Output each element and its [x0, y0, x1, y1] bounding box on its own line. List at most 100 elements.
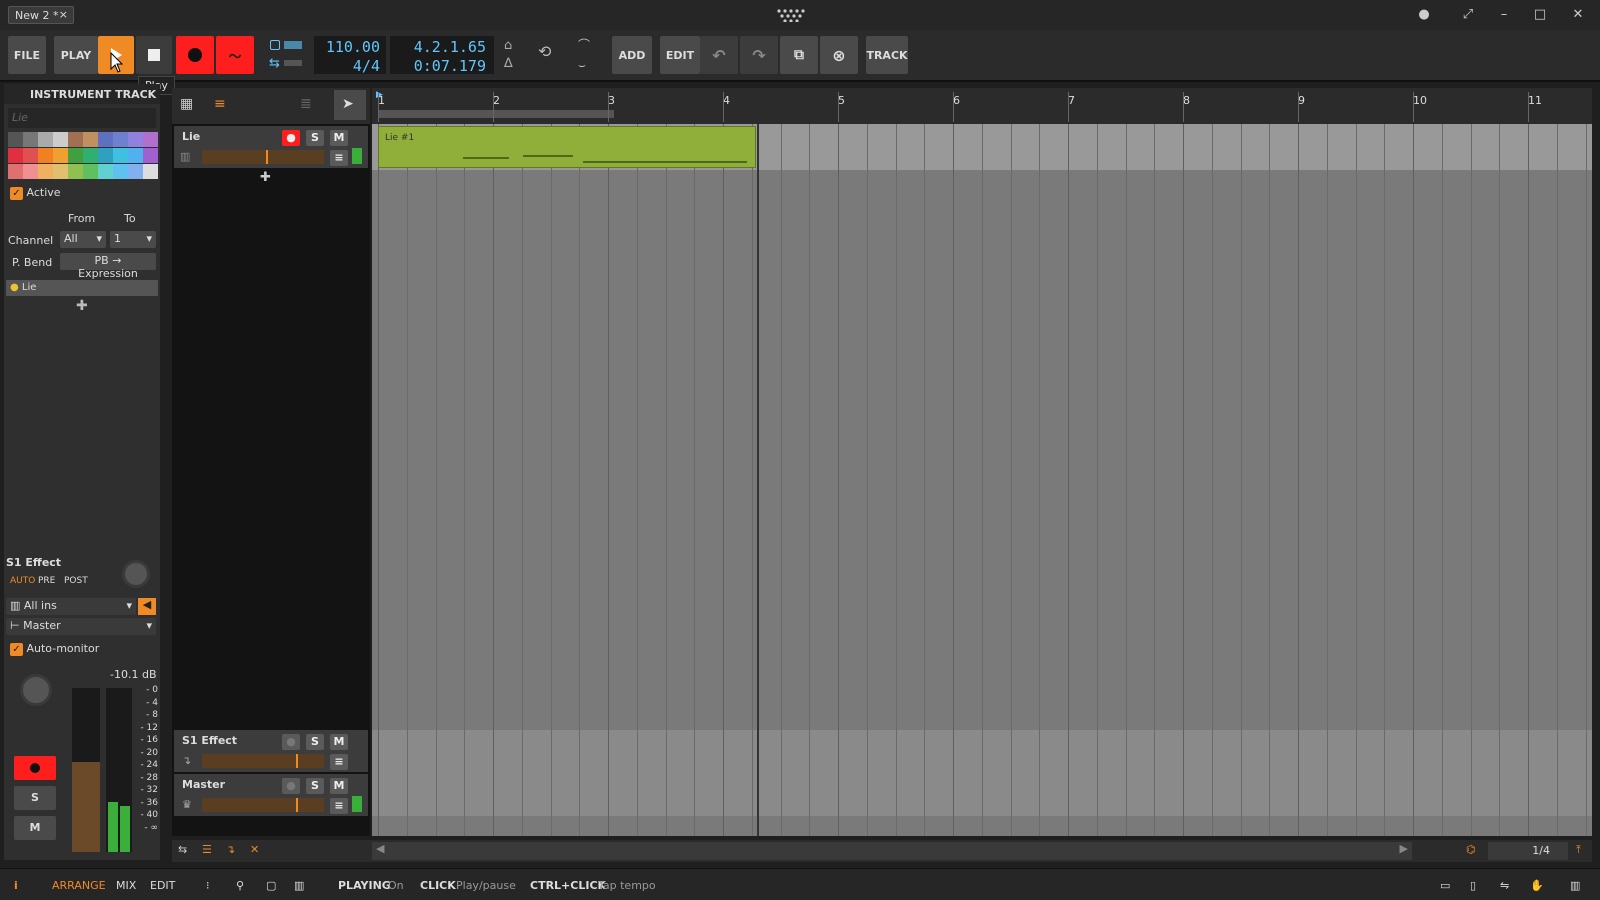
color-swatch[interactable] — [128, 164, 143, 179]
add-button[interactable]: ADD — [612, 36, 652, 74]
output-select[interactable]: ⊢ Master ▾ — [6, 618, 156, 635]
color-swatch[interactable] — [23, 164, 38, 179]
pbend-button[interactable]: PB → Expression — [60, 253, 156, 280]
mute-button[interactable]: M — [330, 130, 348, 146]
color-swatch[interactable] — [128, 148, 143, 163]
track-button[interactable]: TRACK — [866, 36, 908, 74]
redo-button[interactable]: ↷ — [740, 36, 778, 74]
add-track-icon[interactable]: ✚ — [260, 170, 271, 185]
lanes-icon[interactable]: ☰ — [202, 843, 212, 856]
post-button[interactable]: POST — [64, 576, 88, 586]
beat-position[interactable]: 4.2.1.65 — [390, 36, 494, 56]
volume-slider[interactable] — [202, 754, 324, 768]
color-swatch[interactable] — [53, 148, 68, 163]
track-name-field[interactable]: Lie — [8, 108, 156, 128]
metronome-tick-icon[interactable]: ∆ — [504, 56, 513, 71]
color-swatch[interactable] — [113, 164, 128, 179]
color-swatch[interactable] — [113, 132, 128, 147]
fullscreen-icon[interactable]: ⤢ — [1458, 7, 1478, 22]
color-swatch[interactable] — [53, 132, 68, 147]
mute-button[interactable]: M — [330, 734, 348, 750]
zoom-icon[interactable]: ⤒ — [1576, 843, 1581, 857]
file-icon[interactable]: ▯ — [1470, 879, 1476, 892]
metronome-icon[interactable]: ⌂ — [504, 38, 512, 53]
color-swatch[interactable] — [98, 164, 113, 179]
device-item[interactable]: ● Lie — [6, 280, 158, 296]
color-swatch[interactable] — [8, 164, 23, 179]
time-signature[interactable]: 4/4 — [314, 56, 386, 75]
track-list-icon[interactable]: ≣ — [300, 96, 312, 112]
solo-button[interactable]: S — [306, 778, 324, 794]
panel-icon[interactable]: ▢ — [266, 879, 276, 892]
hand-icon[interactable]: ✋ — [1530, 879, 1544, 892]
pointer-tool-button[interactable]: ➤ — [334, 90, 366, 120]
record-button[interactable] — [176, 36, 214, 74]
color-palette[interactable] — [8, 132, 158, 180]
color-swatch[interactable] — [68, 164, 83, 179]
mix-tab[interactable]: MIX — [116, 879, 136, 892]
delete-button[interactable]: ⊗ — [820, 36, 858, 74]
active-toggle[interactable]: ✓ Active — [10, 186, 61, 200]
track-header-lie[interactable]: Lie ● S M ▥ ≡ — [174, 126, 368, 168]
track-record-button[interactable] — [14, 756, 56, 780]
color-swatch[interactable] — [53, 164, 68, 179]
mute-button[interactable]: M — [14, 816, 56, 840]
tempo-display[interactable]: 110.00 4/4 — [314, 36, 386, 75]
color-swatch[interactable] — [83, 164, 98, 179]
channel-to-select[interactable]: 1 ▾ — [110, 231, 156, 248]
add-device-icon[interactable]: ✚ — [76, 298, 88, 314]
color-swatch[interactable] — [143, 164, 158, 179]
color-swatch[interactable] — [98, 148, 113, 163]
volume-slider[interactable] — [202, 798, 324, 812]
color-swatch[interactable] — [68, 132, 83, 147]
swap-icon[interactable]: ⇆ — [178, 843, 187, 856]
color-swatch[interactable] — [98, 132, 113, 147]
tempo-value[interactable]: 110.00 — [314, 36, 386, 56]
clip-lie-1[interactable]: Lie #1 — [378, 126, 756, 168]
track-header-master[interactable]: Master ● S M ♛ ≡ — [174, 774, 368, 816]
maximize-icon[interactable]: □ — [1530, 7, 1550, 22]
punch-in-icon[interactable]: ⌒ — [578, 36, 590, 53]
grid-resolution-select[interactable]: 1/4 — [1488, 842, 1568, 860]
monitor-icon[interactable]: ◀ — [138, 598, 156, 615]
edit-tab[interactable]: EDIT — [150, 879, 175, 892]
volume-slider[interactable] — [202, 150, 324, 164]
volume-fader[interactable] — [72, 688, 100, 852]
solo-button[interactable]: S — [14, 786, 56, 810]
punch-icon[interactable] — [284, 60, 302, 66]
pre-button[interactable]: PRE — [38, 576, 55, 586]
duplicate-button[interactable]: ⧉ — [780, 36, 818, 74]
folder-icon[interactable]: ▭ — [1440, 879, 1450, 892]
playhead[interactable] — [757, 124, 759, 836]
color-swatch[interactable] — [143, 148, 158, 163]
arm-record-icon[interactable]: ● — [282, 130, 300, 146]
pan-knob[interactable] — [20, 674, 52, 706]
minimize-icon[interactable]: – — [1494, 7, 1514, 22]
loop-icon[interactable]: ⟲ — [538, 42, 551, 61]
solo-button[interactable]: S — [306, 130, 324, 146]
color-swatch[interactable] — [143, 132, 158, 147]
color-swatch[interactable] — [83, 132, 98, 147]
loop-region[interactable] — [378, 110, 614, 118]
track-menu-icon[interactable]: ≡ — [330, 798, 348, 814]
keyboard-icon[interactable]: ▥ — [1570, 879, 1580, 892]
edit-button[interactable]: EDIT — [660, 36, 700, 74]
stop-button[interactable] — [136, 36, 172, 74]
play-menu-button[interactable]: PLAY — [54, 36, 98, 74]
follow-icon[interactable]: ↴ — [226, 843, 235, 856]
file-button[interactable]: FILE — [8, 36, 46, 74]
color-swatch[interactable] — [38, 148, 53, 163]
color-swatch[interactable] — [113, 148, 128, 163]
loop-indicator-icon[interactable] — [270, 40, 280, 50]
link-icon[interactable]: ⚲ — [236, 879, 244, 892]
color-swatch[interactable] — [8, 148, 23, 163]
arrange-tab[interactable]: ARRANGE — [52, 879, 106, 892]
automation-write-button[interactable]: 〜 — [216, 36, 254, 74]
color-swatch[interactable] — [38, 164, 53, 179]
send-knob[interactable] — [122, 560, 150, 588]
color-swatch[interactable] — [23, 148, 38, 163]
color-swatch[interactable] — [83, 148, 98, 163]
grid-view-icon[interactable]: ▦ — [180, 96, 193, 112]
metronome-group[interactable]: ⌂ ∆ — [500, 38, 524, 74]
color-swatch[interactable] — [128, 132, 143, 147]
